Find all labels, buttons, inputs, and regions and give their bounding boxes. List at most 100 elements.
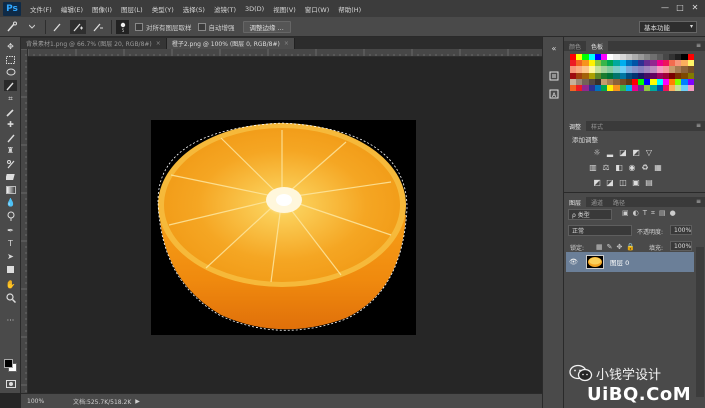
canvas-area[interactable] [28, 57, 542, 393]
black-white-icon[interactable]: ◧ [614, 162, 624, 172]
quick-selection-icon[interactable] [4, 20, 20, 34]
smart-object-filter-icon[interactable]: ▤ [659, 209, 666, 218]
more-tools-icon[interactable]: ··· [4, 315, 17, 326]
eraser-tool-icon[interactable] [4, 171, 17, 182]
tab-styles[interactable]: 样式 [586, 121, 608, 131]
menu-edit[interactable]: 编辑(E) [61, 4, 83, 14]
clone-stamp-tool-icon[interactable]: ♜ [4, 145, 17, 156]
zoom-level[interactable]: 100% [27, 398, 51, 405]
path-selection-tool-icon[interactable]: ➤ [4, 251, 17, 262]
tab-color[interactable]: 颜色 [564, 41, 586, 51]
color-swatch[interactable] [687, 84, 694, 92]
lock-image-icon[interactable]: ✎ [607, 243, 613, 251]
marquee-tool-icon[interactable] [4, 54, 17, 65]
gradient-map-icon[interactable]: ▤ [644, 177, 654, 187]
blur-tool-icon[interactable]: 💧 [4, 197, 17, 208]
menu-filter[interactable]: 滤镜(T) [214, 4, 236, 14]
quick-selection-tool-icon[interactable] [4, 80, 17, 91]
pixel-filter-icon[interactable]: ▣ [622, 209, 629, 218]
tab-orange[interactable]: 橙子2.png @ 100% (图层 0, RGB/8#) × [166, 38, 295, 49]
menu-select[interactable]: 选择(S) [183, 4, 205, 14]
healing-brush-tool-icon[interactable]: ✚ [4, 119, 17, 130]
layer-row[interactable]: 👁 图层 0 [566, 252, 694, 272]
panel-menu-icon[interactable]: ≡ [696, 198, 701, 205]
opacity-field[interactable]: 100% [670, 225, 692, 235]
collapse-arrows-icon[interactable]: « [548, 42, 560, 54]
shape-tool-icon[interactable] [4, 264, 17, 275]
tab-background-material[interactable]: 背景素材1.png @ 66.7% (图层 20, RGB/8#) × [21, 38, 167, 49]
add-to-selection-icon[interactable] [70, 19, 86, 34]
hue-saturation-icon[interactable]: ▥ [588, 162, 598, 172]
tab-channels[interactable]: 通道 [586, 197, 608, 207]
quick-mask-icon[interactable] [4, 378, 17, 389]
menu-window[interactable]: 窗口(W) [305, 4, 330, 14]
eyedropper-tool-icon[interactable] [4, 106, 17, 117]
tab-paths[interactable]: 路径 [608, 197, 630, 207]
brightness-icon[interactable]: ☼ [592, 147, 602, 157]
history-panel-icon[interactable] [548, 70, 560, 82]
tab-adjustments[interactable]: 调整 [564, 121, 587, 131]
brush-tool-icon[interactable] [4, 132, 17, 143]
gradient-tool-icon[interactable] [4, 184, 17, 195]
blend-mode-select[interactable]: 正常 [568, 225, 632, 236]
type-tool-icon[interactable]: T [4, 238, 17, 249]
selective-color-icon[interactable]: ▣ [631, 177, 641, 187]
properties-panel-icon[interactable]: A [548, 88, 560, 100]
dodge-tool-icon[interactable] [4, 210, 17, 221]
auto-enhance-checkbox[interactable] [197, 22, 206, 31]
close-icon[interactable]: × [156, 40, 161, 47]
close-icon[interactable]: ✕ [689, 2, 701, 13]
channel-mixer-icon[interactable]: ♻ [640, 162, 650, 172]
menu-3d[interactable]: 3D(D) [245, 5, 264, 13]
exposure-icon[interactable]: ◩ [631, 147, 641, 157]
panel-menu-icon[interactable]: ≡ [696, 122, 701, 129]
menu-file[interactable]: 文件(F) [30, 4, 52, 14]
move-tool-icon[interactable]: ✥ [4, 41, 17, 52]
lasso-tool-icon[interactable] [4, 67, 17, 78]
maximize-icon[interactable]: □ [674, 2, 686, 13]
tab-swatches[interactable]: 色板 [586, 41, 609, 51]
menu-view[interactable]: 视图(V) [273, 4, 296, 14]
tab-layers[interactable]: 图层 [564, 197, 587, 207]
brush-size-icon[interactable]: 5 [116, 19, 129, 34]
pen-tool-icon[interactable]: ✒ [4, 225, 17, 236]
lock-position-icon[interactable]: ✥ [617, 243, 623, 251]
new-selection-icon[interactable] [50, 20, 66, 34]
zoom-tool-icon[interactable] [4, 292, 17, 303]
menu-type[interactable]: 类型(Y) [152, 4, 174, 14]
shape-filter-icon[interactable]: ⌗ [651, 209, 655, 218]
lock-all-icon[interactable]: 🔒 [626, 243, 635, 251]
tool-preset-chevron-icon[interactable] [24, 20, 40, 34]
status-arrow-icon[interactable]: ▶ [135, 398, 140, 405]
hand-tool-icon[interactable]: ✋ [4, 279, 17, 290]
vibrance-icon[interactable]: ▽ [644, 147, 654, 157]
panel-menu-icon[interactable]: ≡ [696, 42, 701, 49]
menu-layer[interactable]: 图层(L) [121, 4, 143, 14]
crop-tool-icon[interactable]: ⌗ [4, 93, 17, 104]
minimize-icon[interactable]: — [659, 2, 671, 13]
close-icon[interactable]: × [284, 40, 289, 47]
posterize-icon[interactable]: ◪ [605, 177, 615, 187]
layer-filter-select[interactable]: ρ 类型 [568, 209, 612, 220]
fill-field[interactable]: 100% [670, 241, 692, 251]
curves-icon[interactable]: ◪ [618, 147, 628, 157]
foreground-color-swatch[interactable] [4, 359, 13, 368]
invert-icon[interactable]: ◩ [592, 177, 602, 187]
color-balance-icon[interactable]: ⚖ [601, 162, 611, 172]
photo-filter-icon[interactable]: ◉ [627, 162, 637, 172]
eye-icon[interactable]: 👁 [569, 258, 581, 266]
sample-all-layers-checkbox[interactable] [135, 22, 143, 31]
levels-icon[interactable]: ▂ [605, 147, 615, 157]
filter-toggle-icon[interactable]: ● [670, 209, 676, 218]
menu-help[interactable]: 帮助(H) [338, 4, 361, 14]
menu-image[interactable]: 图像(I) [92, 4, 112, 14]
horizontal-ruler[interactable] [28, 49, 542, 57]
subtract-from-selection-icon[interactable] [90, 20, 106, 34]
workspace-select[interactable]: 基本功能 ▾ [639, 21, 697, 33]
refine-edge-button[interactable]: 调整边缘 ... [242, 20, 291, 33]
color-lookup-icon[interactable]: ▦ [653, 162, 663, 172]
swatch-grid[interactable] [570, 54, 694, 92]
document-canvas[interactable] [151, 120, 416, 335]
type-filter-icon[interactable]: T [643, 209, 647, 218]
lock-transparent-icon[interactable]: ▦ [596, 243, 603, 251]
